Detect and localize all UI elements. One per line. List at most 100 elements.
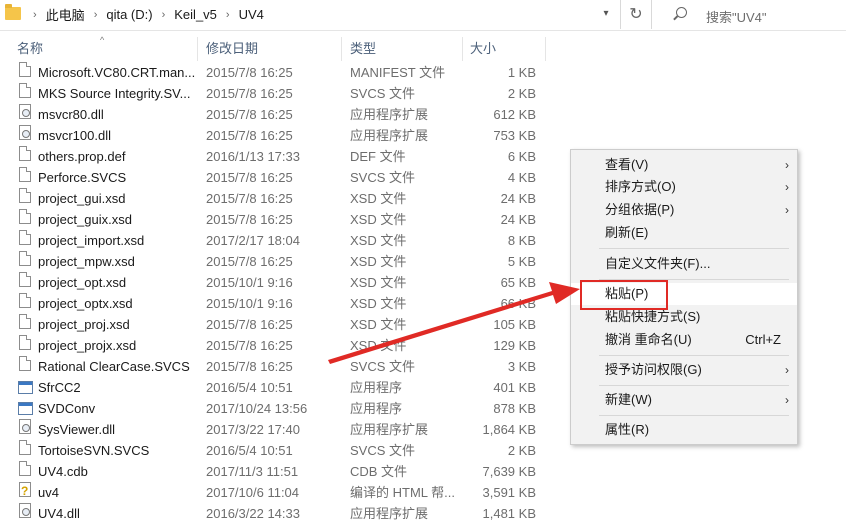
file-date: 2015/10/1 9:16 (206, 296, 293, 311)
file-type: CDB 文件 (350, 464, 408, 479)
file-row[interactable]: others.prop.def 2016/1/13 17:33 DEF 文件 6 KB (0, 146, 546, 167)
file-type: XSD 文件 (350, 212, 407, 227)
chevron-right-icon: › (785, 158, 789, 172)
file-size: 2 KB (507, 86, 536, 101)
file-icon (19, 62, 31, 77)
shortcut-label: Ctrl+Z (745, 332, 781, 347)
file-row[interactable]: project_import.xsd 2017/2/17 18:04 XSD 文件 8… (0, 230, 546, 251)
column-divider[interactable] (341, 37, 342, 61)
file-icon (19, 314, 31, 329)
column-divider[interactable] (545, 37, 546, 61)
file-date: 2016/5/4 10:51 (206, 380, 293, 395)
file-size: 878 KB (493, 401, 536, 416)
chevron-right-icon[interactable]: › (226, 9, 230, 21)
menu-item-sort[interactable]: 排序方式(O) › (571, 176, 797, 198)
column-divider[interactable] (197, 37, 198, 61)
file-row[interactable]: project_opt.xsd 2015/10/1 9:16 XSD 文件 65 KB (0, 272, 546, 293)
file-type: XSD 文件 (350, 338, 407, 353)
file-date: 2015/7/8 16:25 (206, 317, 293, 332)
file-name: Perforce.SVCS (38, 170, 127, 185)
file-row[interactable]: project_guix.xsd 2015/7/8 16:25 XSD 文件 24 K… (0, 209, 546, 230)
file-row[interactable]: msvcr80.dll 2015/7/8 16:25 应用程序扩展 612 KB (0, 104, 546, 125)
file-date: 2015/7/8 16:25 (206, 107, 293, 122)
file-size: 753 KB (493, 128, 536, 143)
file-date: 2017/3/22 17:40 (206, 422, 300, 437)
file-row[interactable]: project_projx.xsd 2015/7/8 16:25 XSD 文件 129… (0, 335, 546, 356)
breadcrumb-keil[interactable]: Keil_v5 (174, 7, 217, 22)
chevron-right-icon: › (785, 203, 789, 217)
breadcrumb-uv4[interactable]: UV4 (239, 7, 264, 22)
chevron-right-icon[interactable]: › (33, 9, 37, 21)
dll-icon (19, 503, 31, 518)
search-input[interactable]: 搜索"UV4" (706, 7, 767, 26)
file-name: project_guix.xsd (38, 212, 132, 227)
menu-item-label: 授予访问权限(G) (605, 362, 702, 377)
file-row[interactable]: UV4.cdb 2017/11/3 11:51 CDB 文件 7,639 KB (0, 461, 546, 482)
file-date: 2017/10/6 11:04 (206, 485, 300, 500)
file-type: 应用程序 (350, 380, 403, 395)
file-icon (19, 230, 31, 245)
menu-item-label: 分组依据(P) (605, 202, 675, 217)
menu-item-label: 自定义文件夹(F)... (605, 256, 711, 271)
file-row[interactable]: SysViewer.dll 2017/3/22 17:40 应用程序扩展 1,864 … (0, 419, 546, 440)
menu-item-label: 新建(W) (605, 392, 652, 407)
chevron-right-icon: › (785, 363, 789, 377)
column-type[interactable]: 类型 (350, 37, 376, 61)
file-row[interactable]: uv4 2017/10/6 11:04 编译的 HTML 帮... 3,591 KB (0, 481, 546, 503)
menu-item-grant-access[interactable]: 授予访问权限(G) › (571, 359, 797, 381)
file-type: XSD 文件 (350, 275, 407, 290)
file-name: SfrCC2 (38, 380, 81, 395)
file-row[interactable]: Perforce.SVCS 2015/7/8 16:25 SVCS 文件 4 KB (0, 167, 546, 188)
file-row[interactable]: msvcr100.dll 2015/7/8 16:25 应用程序扩展 753 KB (0, 125, 546, 146)
column-name[interactable]: 名称 (17, 37, 43, 61)
address-bar[interactable]: › 此电脑 › qita (D:) › Keil_v5 › UV4 ▾ (0, 0, 621, 29)
file-row[interactable]: TortoiseSVN.SVCS 2016/5/4 10:51 SVCS 文件 2 K… (0, 440, 546, 461)
help-icon (19, 481, 31, 502)
menu-item-properties[interactable]: 属性(R) (571, 419, 797, 441)
file-type: XSD 文件 (350, 317, 407, 332)
menu-item-undo-rename[interactable]: 撤消 重命名(U) Ctrl+Z (571, 329, 797, 351)
file-size: 8 KB (507, 233, 536, 248)
menu-item-customize-folder[interactable]: 自定义文件夹(F)... (571, 253, 797, 275)
file-row[interactable]: project_gui.xsd 2015/7/8 16:25 XSD 文件 24 KB (0, 188, 546, 209)
file-row[interactable]: Microsoft.VC80.CRT.man... 2015/7/8 16:25 M… (0, 62, 546, 83)
column-divider[interactable] (462, 37, 463, 61)
file-row[interactable]: SVDConv 2017/10/24 13:56 应用程序 878 KB (0, 398, 546, 419)
chevron-right-icon[interactable]: › (162, 9, 166, 21)
menu-separator (599, 248, 789, 249)
column-date[interactable]: 修改日期 (206, 37, 258, 61)
column-size[interactable]: 大小 (470, 37, 496, 61)
chevron-right-icon[interactable]: › (94, 9, 98, 21)
menu-item-new[interactable]: 新建(W) › (571, 389, 797, 411)
breadcrumb-drive[interactable]: qita (D:) (106, 7, 152, 22)
chevron-down-icon[interactable]: ▾ (598, 6, 614, 22)
file-type: SVCS 文件 (350, 170, 416, 185)
search-box[interactable]: 搜索"UV4" (662, 0, 846, 29)
file-row[interactable]: MKS Source Integrity.SV... 2015/7/8 16:25… (0, 83, 546, 104)
file-row[interactable]: Rational ClearCase.SVCS 2015/7/8 16:25 SVC… (0, 356, 546, 377)
file-type: SVCS 文件 (350, 86, 416, 101)
file-size: 2 KB (507, 443, 536, 458)
file-row[interactable]: project_proj.xsd 2015/7/8 16:25 XSD 文件 105 … (0, 314, 546, 335)
annotation-highlight-box (580, 280, 668, 310)
file-row[interactable]: project_optx.xsd 2015/10/1 9:16 XSD 文件 66 K… (0, 293, 546, 314)
file-size: 6 KB (507, 149, 536, 164)
file-name: Rational ClearCase.SVCS (38, 359, 190, 374)
file-name: TortoiseSVN.SVCS (38, 443, 150, 458)
file-name: project_import.xsd (38, 233, 145, 248)
file-name: MKS Source Integrity.SV... (38, 86, 191, 101)
refresh-button[interactable]: ↻ (621, 0, 652, 29)
file-name: others.prop.def (38, 149, 126, 164)
file-row[interactable]: SfrCC2 2016/5/4 10:51 应用程序 401 KB (0, 377, 546, 398)
file-row[interactable]: project_mpw.xsd 2015/7/8 16:25 XSD 文件 5 KB (0, 251, 546, 272)
breadcrumb-this-pc[interactable]: 此电脑 (46, 5, 85, 24)
chevron-right-icon: › (785, 180, 789, 194)
file-date: 2017/10/24 13:56 (206, 401, 308, 416)
menu-item-view[interactable]: 查看(V) › (571, 154, 797, 176)
file-icon (19, 461, 31, 476)
menu-item-group[interactable]: 分组依据(P) › (571, 199, 797, 221)
menu-item-refresh[interactable]: 刷新(E) (571, 222, 797, 244)
file-icon (19, 440, 31, 455)
file-name: SVDConv (38, 401, 96, 416)
file-name: uv4 (38, 485, 59, 500)
